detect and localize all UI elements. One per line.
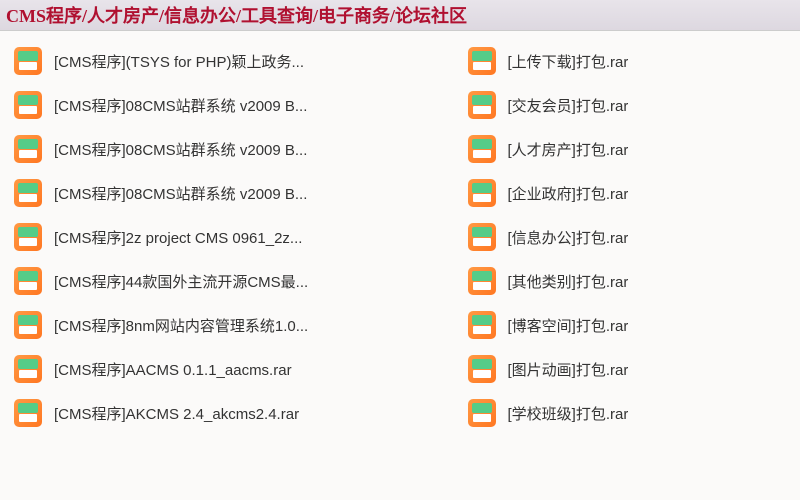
file-item[interactable]: [CMS程序]AACMS 0.1.1_aacms.rar xyxy=(0,347,424,391)
archive-icon xyxy=(14,47,42,75)
archive-icon xyxy=(468,179,496,207)
file-item[interactable]: [博客空间]打包.rar xyxy=(454,303,800,347)
file-name: [上传下载]打包.rar xyxy=(508,51,629,72)
file-item[interactable]: [CMS程序]08CMS站群系统 v2009 B... xyxy=(0,171,424,215)
archive-icon xyxy=(14,179,42,207)
file-item[interactable]: [企业政府]打包.rar xyxy=(454,171,800,215)
file-item[interactable]: [CMS程序]2z project CMS 0961_2z... xyxy=(0,215,424,259)
archive-icon xyxy=(468,311,496,339)
archive-icon xyxy=(14,311,42,339)
file-name: [CMS程序]08CMS站群系统 v2009 B... xyxy=(54,139,307,160)
file-item[interactable]: [信息办公]打包.rar xyxy=(454,215,800,259)
file-name: [其他类别]打包.rar xyxy=(508,271,629,292)
file-item[interactable]: [学校班级]打包.rar xyxy=(454,391,800,435)
file-name: [人才房产]打包.rar xyxy=(508,139,629,160)
file-name: [信息办公]打包.rar xyxy=(508,227,629,248)
archive-icon xyxy=(468,47,496,75)
archive-icon xyxy=(14,223,42,251)
file-name: [企业政府]打包.rar xyxy=(508,183,629,204)
archive-icon xyxy=(468,267,496,295)
archive-icon xyxy=(14,399,42,427)
file-item[interactable]: [其他类别]打包.rar xyxy=(454,259,800,303)
archive-icon xyxy=(468,399,496,427)
right-column: [上传下载]打包.rar [交友会员]打包.rar [人才房产]打包.rar [… xyxy=(424,39,800,435)
file-name: [交友会员]打包.rar xyxy=(508,95,629,116)
file-item[interactable]: [CMS程序]08CMS站群系统 v2009 B... xyxy=(0,83,424,127)
archive-icon xyxy=(468,355,496,383)
file-name: [CMS程序]44款国外主流开源CMS最... xyxy=(54,271,308,292)
file-name: [CMS程序]8nm网站内容管理系统1.0... xyxy=(54,315,308,336)
file-item[interactable]: [CMS程序]8nm网站内容管理系统1.0... xyxy=(0,303,424,347)
file-item[interactable]: [人才房产]打包.rar xyxy=(454,127,800,171)
archive-icon xyxy=(14,267,42,295)
file-name: [CMS程序]AACMS 0.1.1_aacms.rar xyxy=(54,359,292,380)
file-listing: [CMS程序](TSYS for PHP)颖上政务... [CMS程序]08CM… xyxy=(0,31,800,443)
file-name: [CMS程序]2z project CMS 0961_2z... xyxy=(54,227,302,248)
archive-icon xyxy=(468,91,496,119)
file-item[interactable]: [CMS程序]08CMS站群系统 v2009 B... xyxy=(0,127,424,171)
file-name: [博客空间]打包.rar xyxy=(508,315,629,336)
archive-icon xyxy=(14,91,42,119)
archive-icon xyxy=(14,355,42,383)
archive-icon xyxy=(468,223,496,251)
category-header: CMS程序/人才房产/信息办公/工具查询/电子商务/论坛社区 xyxy=(0,0,800,31)
file-name: [CMS程序]08CMS站群系统 v2009 B... xyxy=(54,95,307,116)
file-item[interactable]: [CMS程序](TSYS for PHP)颖上政务... xyxy=(0,39,424,83)
file-name: [CMS程序](TSYS for PHP)颖上政务... xyxy=(54,51,304,72)
file-item[interactable]: [上传下载]打包.rar xyxy=(454,39,800,83)
file-name: [CMS程序]AKCMS 2.4_akcms2.4.rar xyxy=(54,403,299,424)
file-item[interactable]: [图片动画]打包.rar xyxy=(454,347,800,391)
archive-icon xyxy=(468,135,496,163)
file-item[interactable]: [CMS程序]AKCMS 2.4_akcms2.4.rar xyxy=(0,391,424,435)
file-name: [学校班级]打包.rar xyxy=(508,403,629,424)
archive-icon xyxy=(14,135,42,163)
file-item[interactable]: [交友会员]打包.rar xyxy=(454,83,800,127)
file-name: [图片动画]打包.rar xyxy=(508,359,629,380)
left-column: [CMS程序](TSYS for PHP)颖上政务... [CMS程序]08CM… xyxy=(0,39,424,435)
header-title: CMS程序/人才房产/信息办公/工具查询/电子商务/论坛社区 xyxy=(6,6,467,26)
file-name: [CMS程序]08CMS站群系统 v2009 B... xyxy=(54,183,307,204)
file-item[interactable]: [CMS程序]44款国外主流开源CMS最... xyxy=(0,259,424,303)
